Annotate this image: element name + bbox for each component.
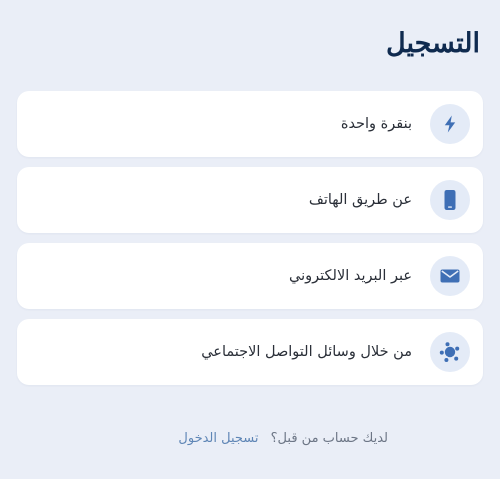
social-network-icon bbox=[430, 332, 470, 372]
page-title: التسجيل bbox=[386, 28, 480, 59]
option-one-click[interactable]: بنقرة واحدة bbox=[17, 91, 483, 157]
phone-icon bbox=[430, 180, 470, 220]
have-account-text: لديك حساب من قبل؟ bbox=[270, 431, 388, 446]
option-one-click-label: بنقرة واحدة bbox=[340, 116, 412, 132]
option-email[interactable]: عبر البريد الالكتروني bbox=[17, 243, 483, 309]
registration-options: بنقرة واحدة عن طريق الهاتف عبر البريد ال… bbox=[17, 91, 483, 395]
option-social-label: من خلال وسائل التواصل الاجتماعي bbox=[201, 344, 412, 360]
option-phone[interactable]: عن طريق الهاتف bbox=[17, 167, 483, 233]
mail-icon bbox=[430, 256, 470, 296]
login-link[interactable]: تسجيل الدخول bbox=[178, 431, 258, 446]
lightning-icon bbox=[430, 104, 470, 144]
option-email-label: عبر البريد الالكتروني bbox=[289, 268, 412, 284]
login-prompt: لديك حساب من قبل؟ تسجيل الدخول bbox=[178, 431, 388, 446]
option-phone-label: عن طريق الهاتف bbox=[308, 192, 412, 208]
registration-screen: التسجيل بنقرة واحدة عن طريق الهاتف عبر ا… bbox=[0, 0, 500, 479]
option-social[interactable]: من خلال وسائل التواصل الاجتماعي bbox=[17, 319, 483, 385]
